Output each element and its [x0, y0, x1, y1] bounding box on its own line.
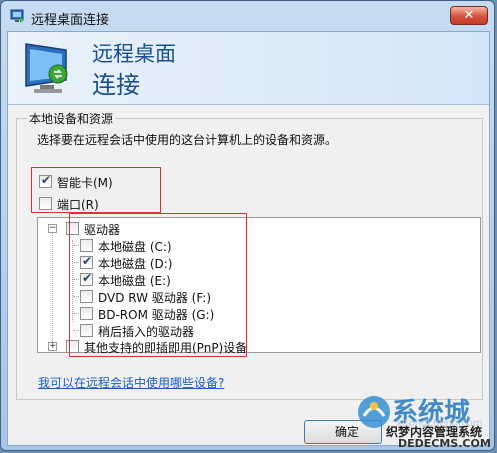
watermark-url: xitongcheng.com — [396, 418, 483, 429]
drive-g-label[interactable]: BD-ROM 驱动器 (G:) — [98, 306, 214, 323]
drive-f-label[interactable]: DVD RW 驱动器 (F:) — [98, 289, 211, 306]
later-drives-label[interactable]: 稍后插入的驱动器 — [98, 323, 194, 340]
drive-f-checkbox[interactable] — [80, 290, 93, 303]
smartcard-label[interactable]: 智能卡(M) — [57, 174, 113, 191]
help-link[interactable]: 我可以在远程会话中使用哪些设备? — [38, 374, 224, 391]
drive-g-checkbox[interactable] — [80, 307, 93, 320]
port-checkbox[interactable] — [39, 197, 52, 210]
pnp-checkbox[interactable] — [66, 340, 79, 353]
device-tree[interactable]: − 驱动器 本地磁盘 (C:) 本地磁盘 (D:) 本地磁盘 (E:) DVD … — [37, 217, 481, 356]
drive-c-label[interactable]: 本地磁盘 (C:) — [98, 238, 172, 255]
drive-e-label[interactable]: 本地磁盘 (E:) — [98, 272, 171, 289]
close-button[interactable]: ✕ — [450, 6, 488, 25]
close-icon: ✕ — [463, 8, 475, 23]
drives-label[interactable]: 驱动器 — [84, 221, 120, 238]
group-title: 本地设备和资源 — [27, 110, 116, 127]
pnp-label[interactable]: 其他支持的即插即用(PnP)设备 — [84, 339, 247, 356]
tree-connector — [52, 232, 53, 344]
window-title: 远程桌面连接 — [31, 13, 110, 28]
drive-e-checkbox[interactable] — [80, 271, 93, 286]
watermark-domain: DEDECMS.COM — [398, 437, 491, 450]
local-devices-group: 本地设备和资源 选择要在远程会话中使用的这台计算机上的设备和资源。 智能卡(M)… — [16, 110, 483, 400]
banner-title-line2: 连接 — [92, 71, 140, 99]
collapse-drives-icon[interactable]: − — [48, 224, 57, 233]
port-label[interactable]: 端口(R) — [57, 196, 99, 213]
drives-checkbox[interactable] — [66, 222, 79, 235]
later-drives-checkbox[interactable] — [80, 324, 93, 337]
drive-d-label[interactable]: 本地磁盘 (D:) — [98, 255, 172, 272]
dialog-body: 远程桌面 连接 本地设备和资源 选择要在远程会话中使用的这台计算机上的设备和资源… — [7, 31, 490, 446]
smartcard-checkbox[interactable] — [39, 173, 52, 188]
expand-pnp-icon[interactable]: + — [48, 342, 57, 351]
title-bar[interactable]: 远程桌面连接 ✕ — [1, 1, 496, 31]
remote-desktop-icon — [10, 9, 24, 23]
monitor-icon — [25, 43, 68, 93]
drive-c-checkbox[interactable] — [80, 239, 93, 252]
tree-connector — [72, 240, 73, 322]
banner-title-line1: 远程桌面 — [92, 42, 176, 66]
drive-d-checkbox[interactable] — [80, 254, 93, 269]
remote-desktop-dialog: 远程桌面连接 ✕ 远程桌面 连接 本地设备和资源 选择要在远程会话中使用的这台计… — [0, 0, 495, 451]
group-description: 选择要在远程会话中使用的这台计算机上的设备和资源。 — [37, 133, 338, 147]
header-banner: 远程桌面 连接 — [8, 32, 489, 105]
